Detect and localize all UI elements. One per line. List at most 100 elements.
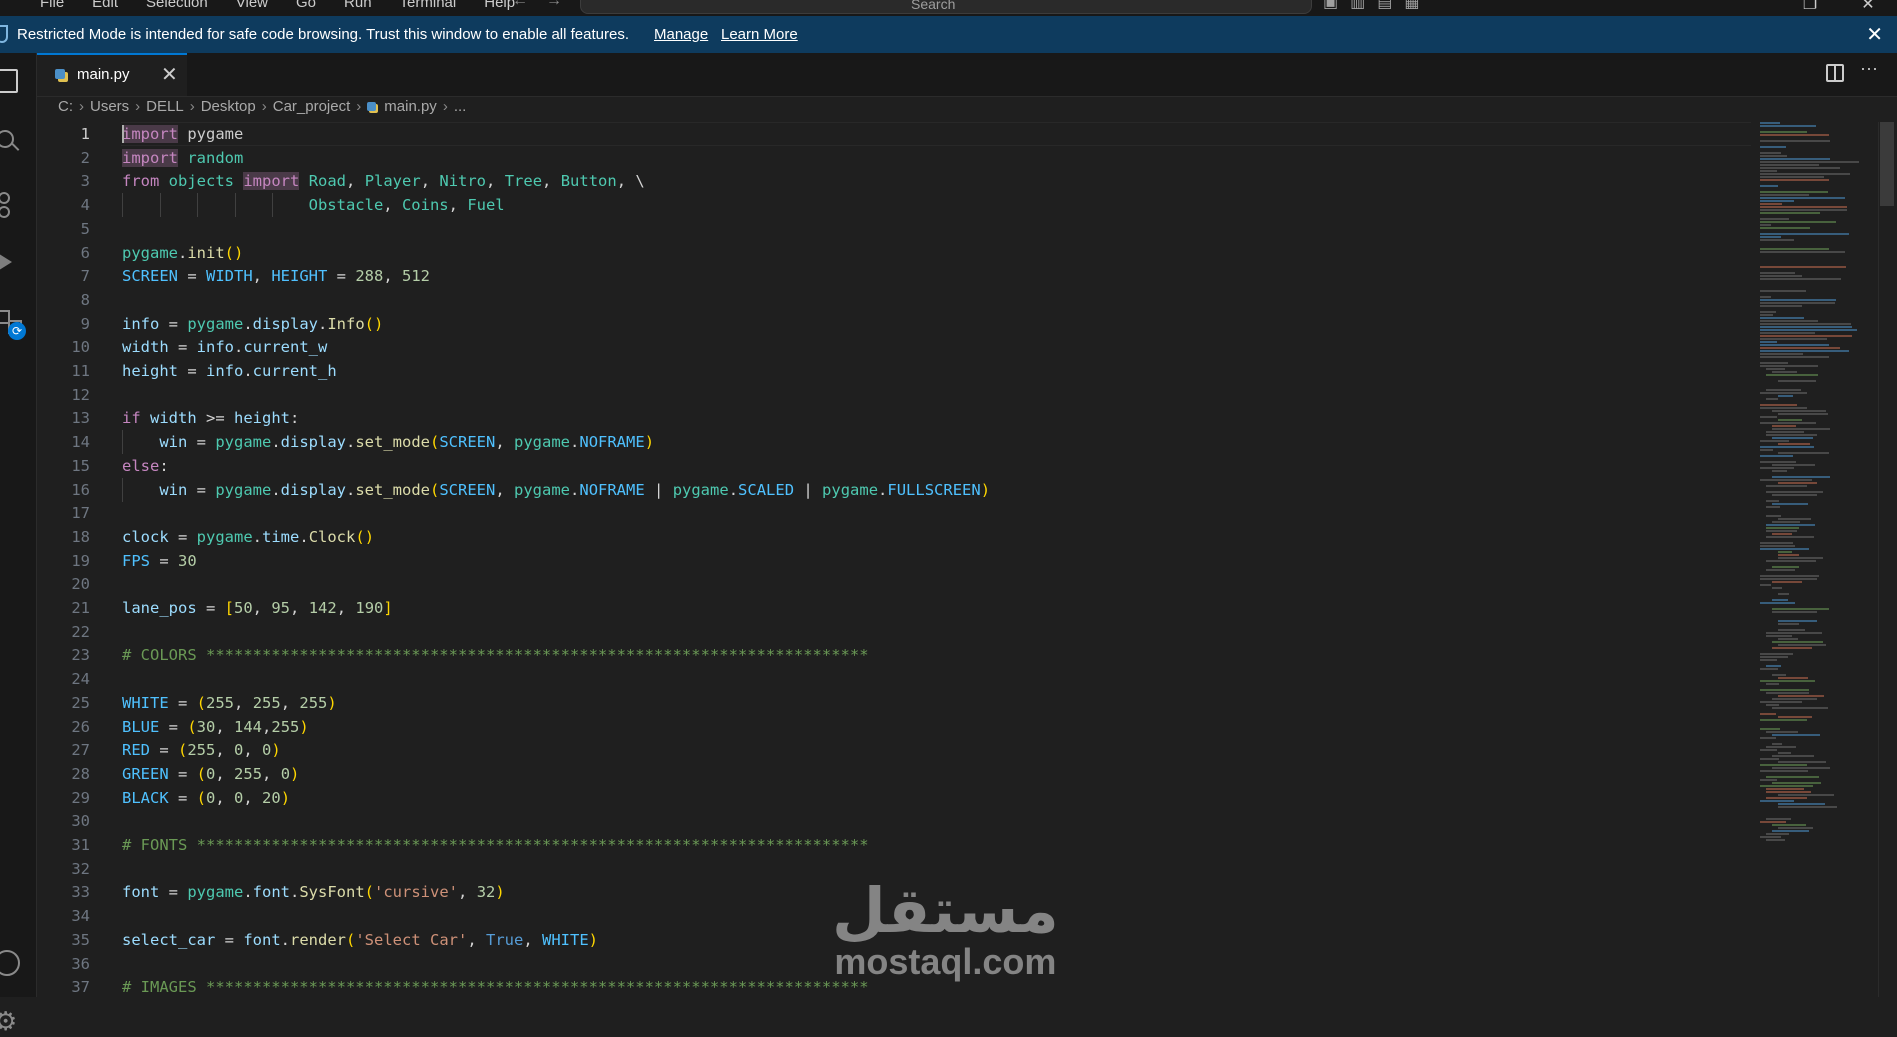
line-number: 30 (71, 812, 90, 831)
code-line[interactable]: 25 WHITE = (255, 255, 255) (37, 691, 1753, 715)
minimap-line (1778, 419, 1802, 421)
code-token: . (318, 314, 328, 333)
menu-edit[interactable]: Edit (78, 0, 132, 11)
menu-view[interactable]: View (222, 0, 282, 11)
minimap-line (1760, 764, 1807, 766)
manage-link[interactable]: Manage (654, 26, 708, 43)
line-number: 3 (80, 172, 90, 191)
code-text: pygame.init() (122, 241, 243, 265)
vertical-scrollbar[interactable] (1878, 122, 1897, 997)
code-editor[interactable]: 1 import pygame 2 import random 3 from object… (37, 122, 1753, 997)
code-token: . (252, 527, 263, 546)
minimap-line (1766, 731, 1798, 733)
breadcrumb-users[interactable]: Users (90, 98, 129, 115)
code-line[interactable]: 24 (37, 667, 1753, 691)
code-token: ) (290, 764, 300, 783)
minimap-line (1766, 818, 1791, 820)
code-line[interactable]: 19 FPS = 30 (37, 549, 1753, 573)
menu-file[interactable]: File (26, 0, 78, 11)
code-token: else (122, 456, 160, 475)
code-token: ( (364, 883, 375, 902)
code-line[interactable]: 2 import random (37, 146, 1753, 170)
code-line[interactable]: 7 SCREEN = WIDTH, HEIGHT = 288, 512 (37, 264, 1753, 288)
toggle-sidebar-icon[interactable]: ▥ (1350, 0, 1365, 11)
customize-layout-icon[interactable]: ▣ (1323, 0, 1338, 11)
command-center-search[interactable]: Search (580, 0, 1312, 14)
forward-arrow-icon[interactable]: → (546, 0, 580, 9)
learn-more-link[interactable]: Learn More (721, 26, 798, 43)
toggle-panel-icon[interactable]: ▤ (1377, 0, 1392, 11)
close-tab-icon[interactable]: ✕ (161, 62, 178, 87)
code-token: render (290, 930, 346, 949)
code-line[interactable]: 4 Obstacle, Coins, Fuel (37, 193, 1753, 218)
code-token: objects (168, 172, 234, 191)
more-actions-icon[interactable]: ··· (1860, 58, 1878, 79)
restore-icon[interactable]: ❐ (1781, 0, 1839, 14)
breadcrumb-symbols[interactable]: ... (454, 98, 467, 115)
code-token: pygame (822, 480, 879, 499)
code-token: . (243, 362, 253, 380)
code-line[interactable]: 30 (37, 809, 1753, 833)
code-line[interactable]: 28 GREEN = (0, 255, 0) (37, 762, 1753, 786)
code-line[interactable]: 23 # COLORS *****************************… (37, 643, 1753, 667)
breadcrumb-drive[interactable]: C: (58, 98, 73, 115)
code-line[interactable]: 11 height = info.current_h (37, 359, 1753, 383)
code-line[interactable]: 17 (37, 501, 1753, 525)
code-line[interactable]: 3 from objects import Road, Player, Nitro… (37, 169, 1753, 193)
search-icon[interactable] (0, 130, 22, 154)
code-token: # FONTS ********************************… (122, 836, 869, 854)
source-control-icon[interactable] (0, 190, 22, 214)
code-line[interactable]: 13 if width >= height: (37, 406, 1753, 430)
menu-terminal[interactable]: Terminal (386, 0, 471, 11)
breadcrumb-dell[interactable]: DELL (146, 98, 184, 115)
code-line[interactable]: 15 else: (37, 454, 1753, 478)
breadcrumb-file[interactable]: main.py (384, 98, 437, 115)
minimap-line (1760, 446, 1815, 448)
code-token: win (159, 480, 188, 499)
code-line[interactable]: 31 # FONTS ******************************… (37, 833, 1753, 857)
code-token: , \ (616, 172, 645, 191)
code-line[interactable]: 27 RED = (255, 0, 0) (37, 738, 1753, 762)
code-token: width (150, 409, 197, 428)
breadcrumb-desktop[interactable]: Desktop (201, 98, 256, 115)
tab-main-py[interactable]: main.py ✕ (37, 53, 187, 96)
code-line[interactable]: 8 (37, 288, 1753, 312)
toggle-secondary-sidebar-icon[interactable]: ▦ (1404, 0, 1419, 11)
scrollbar-thumb[interactable] (1880, 122, 1894, 206)
code-line[interactable]: 1 import pygame (37, 122, 1753, 146)
menu-go[interactable]: Go (282, 0, 330, 11)
close-icon[interactable]: ✕ (1866, 22, 1883, 47)
back-arrow-icon[interactable]: ← (512, 0, 546, 9)
menu-selection[interactable]: Selection (132, 0, 222, 11)
code-line[interactable]: 6 pygame.init() (37, 241, 1753, 265)
code-line[interactable]: 14 win = pygame.display.set_mode(SCREEN,… (37, 430, 1753, 455)
code-line[interactable]: 20 (37, 572, 1753, 596)
code-line[interactable]: 16 win = pygame.display.set_mode(SCREEN,… (37, 477, 1753, 502)
code-line[interactable]: 18 clock = pygame.time.Clock() (37, 525, 1753, 549)
current-line-highlight (121, 122, 1751, 146)
code-line[interactable]: 21 lane_pos = [50, 95, 142, 190] (37, 596, 1753, 620)
minimap-line (1772, 641, 1823, 643)
menu-run[interactable]: Run (330, 0, 386, 11)
code-token: if (122, 409, 141, 428)
code-line[interactable]: 29 BLACK = (0, 0, 20) (37, 786, 1753, 810)
code-token: SysFont (299, 883, 365, 902)
minimap-line (1760, 206, 1848, 208)
account-icon[interactable] (0, 950, 22, 976)
code-line[interactable]: 9 info = pygame.display.Info() (37, 312, 1753, 336)
split-editor-icon[interactable] (1826, 64, 1844, 82)
line-number: 23 (71, 646, 90, 665)
code-line[interactable]: 26 BLUE = (30, 144,255) (37, 715, 1753, 739)
breadcrumb-car-project[interactable]: Car_project (273, 98, 351, 115)
code-token: , (467, 930, 486, 949)
minimap[interactable] (1760, 122, 1888, 997)
code-line[interactable]: 10 width = info.current_w (37, 335, 1753, 359)
settings-icon[interactable] (0, 1006, 22, 1037)
files-icon[interactable] (0, 69, 22, 93)
code-line[interactable]: 12 (37, 383, 1753, 407)
code-line[interactable]: 22 (37, 620, 1753, 644)
close-window-icon[interactable]: ✕ (1839, 0, 1897, 14)
code-token: 512 (402, 267, 431, 286)
run-debug-icon[interactable] (0, 250, 22, 274)
code-line[interactable]: 5 (37, 217, 1753, 241)
